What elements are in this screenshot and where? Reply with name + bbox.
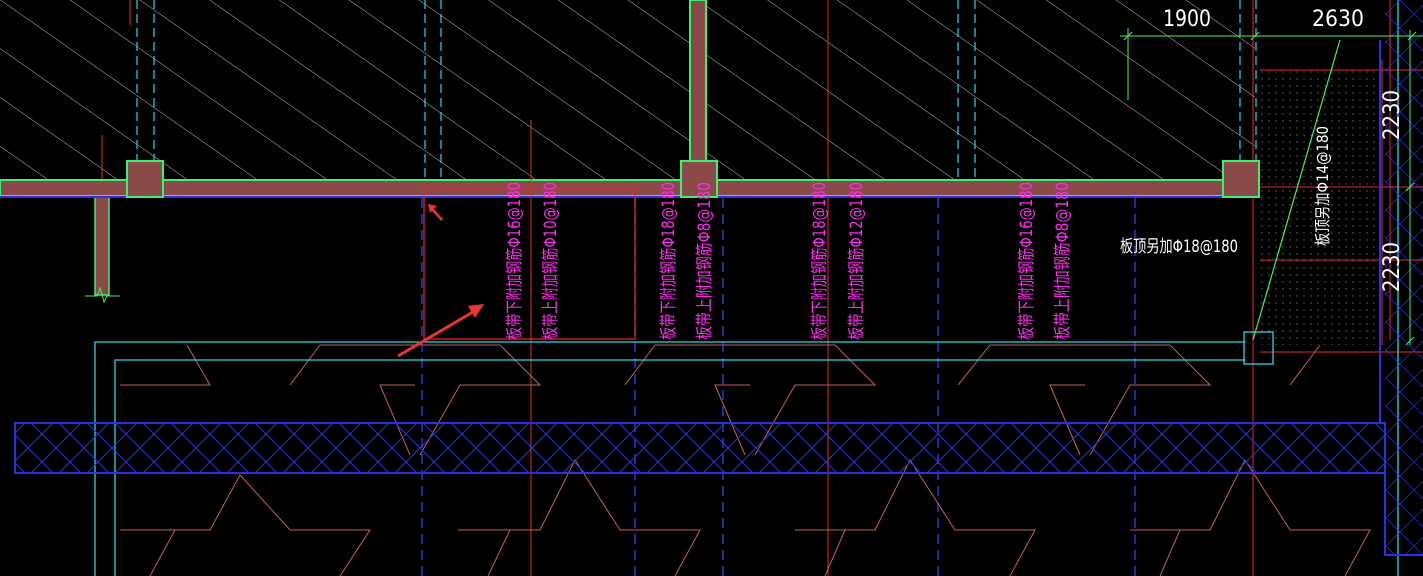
dimension-top-left: 1900 [1163, 7, 1211, 32]
rebar-notes: 板带下附加钢筋Φ16@180 板带上附加钢筋Φ10@180 板带下附加钢筋Φ18… [505, 182, 1073, 340]
vertical-beam [689, 0, 707, 176]
rebar-note-top: 板带上附加钢筋Φ8@180 [1053, 182, 1073, 340]
rebar-note-bottom: 板带下附加钢筋Φ18@180 [659, 182, 679, 340]
arrow-icon [428, 204, 443, 221]
rebar-note-top: 板带上附加钢筋Φ10@180 [541, 182, 561, 340]
rebar-note-top: 板带上附加钢筋Φ12@180 [847, 182, 867, 340]
rebar-note-bottom: 板带下附加钢筋Φ16@180 [505, 182, 525, 340]
column [126, 160, 164, 198]
highlight-box [423, 188, 636, 340]
arrow-icon [397, 304, 484, 358]
dimension-right-upper: 2230 [1380, 90, 1405, 140]
slab-top-addition-note: 板顶另加Φ18@180 [1120, 237, 1238, 257]
dimension-right-lower: 2230 [1380, 242, 1405, 292]
rebar-note-bottom: 板带下附加钢筋Φ16@180 [1017, 182, 1037, 340]
slab-vertical-addition-note: 板顶另加Φ14@180 [1313, 126, 1332, 246]
rebar-note-bottom: 板带下附加钢筋Φ18@180 [810, 182, 830, 340]
dimension-top-right: 2630 [1312, 7, 1364, 32]
cad-drawing-canvas[interactable]: 1900 2630 2230 2230 板顶另加Φ18@180 板顶另加Φ14@… [0, 0, 1423, 576]
crosshatched-band [14, 422, 1386, 474]
hatched-slab-region [0, 0, 1255, 183]
column [1222, 160, 1260, 198]
beam-stub [94, 196, 110, 296]
rebar-note-top: 板带上附加钢筋Φ8@180 [695, 182, 715, 340]
